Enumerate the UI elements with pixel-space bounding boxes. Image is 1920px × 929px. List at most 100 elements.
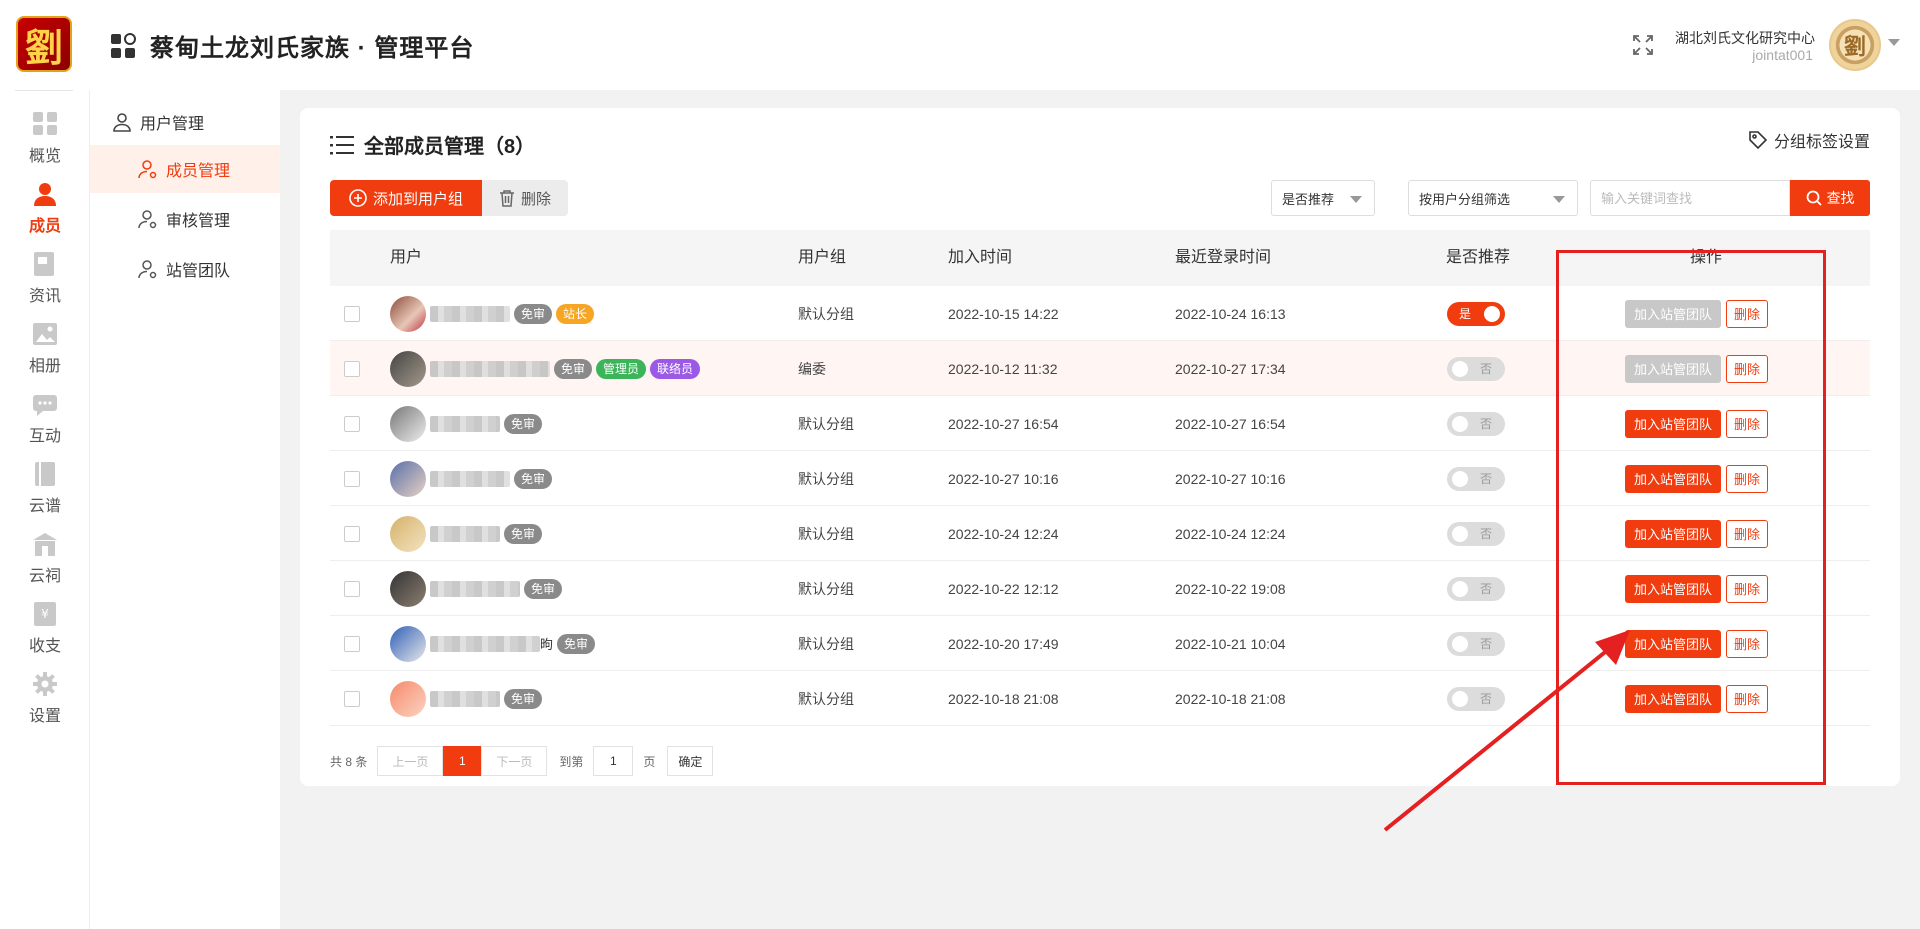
- chevron-down-icon[interactable]: [1888, 39, 1900, 46]
- row-checkbox[interactable]: [344, 470, 360, 487]
- nav-item-0[interactable]: 概览: [0, 100, 90, 170]
- avatar: [390, 295, 426, 332]
- person-icon: [138, 210, 157, 229]
- svg-text:¥: ¥: [41, 607, 49, 621]
- main-nav-rail: 概览成员资讯相册 互动云谱云祠 ¥ 收支设置: [0, 90, 90, 929]
- row-checkbox[interactable]: [344, 305, 360, 322]
- row-checkbox[interactable]: [344, 525, 360, 542]
- chevron-down-icon: [1553, 196, 1565, 203]
- recommend-toggle[interactable]: 否: [1447, 521, 1505, 546]
- next-page-button[interactable]: 下一页: [481, 746, 548, 776]
- submenu-item-1[interactable]: 审核管理: [90, 195, 280, 243]
- nav-item-7[interactable]: ¥ 收支: [0, 590, 90, 660]
- nav-item-6[interactable]: 云祠: [0, 520, 90, 590]
- recommend-toggle[interactable]: 否: [1447, 576, 1505, 601]
- user-avatar[interactable]: 劉: [1829, 19, 1881, 71]
- last-login-time: 2022-10-27 16:54: [1175, 415, 1286, 432]
- gear-icon: [0, 672, 90, 696]
- avatar: [390, 680, 426, 717]
- user-group: 默认分组: [798, 580, 854, 597]
- submenu-item-2[interactable]: 站管团队: [90, 245, 280, 293]
- recommend-toggle-label: 否: [1479, 471, 1492, 486]
- last-login-time: 2022-10-21 10:04: [1175, 635, 1286, 652]
- column-header-recommend: 是否推荐: [1446, 249, 1511, 266]
- nav-item-2[interactable]: 资讯: [0, 240, 90, 310]
- recommend-toggle[interactable]: 否: [1447, 411, 1505, 436]
- last-login-time: 2022-10-27 10:16: [1175, 470, 1286, 487]
- user-group: 默认分组: [798, 470, 854, 487]
- fullscreen-icon[interactable]: [1632, 34, 1654, 56]
- group-filter-select[interactable]: 按用户分组筛选: [1408, 180, 1578, 216]
- search-input[interactable]: [1590, 180, 1790, 216]
- user-group: 默认分组: [798, 690, 854, 707]
- role-badge: 站长: [556, 303, 595, 324]
- plus-circle-icon: [349, 189, 367, 207]
- card-header: 全部成员管理（8）: [330, 130, 535, 159]
- pagination: 共 8 条 上一页 1 下一页 到第 页 确定: [330, 746, 714, 776]
- nav-item-label: 设置: [28, 708, 61, 725]
- group-filter-value: 按用户分组筛选: [1419, 191, 1511, 207]
- user-group: 编委: [798, 360, 826, 377]
- role-badge: 免审: [504, 523, 543, 544]
- nav-item-4[interactable]: 互动: [0, 380, 90, 450]
- apps-icon[interactable]: [110, 33, 136, 59]
- news-icon: [0, 252, 90, 276]
- nav-item-8[interactable]: 设置: [0, 660, 90, 730]
- rail-divider: [15, 90, 73, 91]
- row-checkbox[interactable]: [344, 580, 360, 597]
- submenu-item-0[interactable]: 成员管理: [90, 145, 280, 193]
- nav-item-1[interactable]: 成员: [0, 170, 90, 240]
- row-checkbox[interactable]: [344, 360, 360, 377]
- user-name-redacted: [430, 305, 510, 322]
- recommend-toggle[interactable]: 否: [1447, 466, 1505, 491]
- tag-setting-label: 分组标签设置: [1773, 134, 1870, 151]
- nav-item-label: 概览: [28, 148, 61, 165]
- page-unit-label: 页: [643, 754, 656, 769]
- brand-logo[interactable]: 劉: [16, 16, 72, 72]
- tag-setting-link[interactable]: 分组标签设置: [1748, 128, 1870, 152]
- row-checkbox[interactable]: [344, 690, 360, 707]
- column-header-join-time: 加入时间: [948, 249, 1013, 266]
- prev-page-button[interactable]: 上一页: [377, 746, 444, 776]
- join-time: 2022-10-27 16:54: [948, 415, 1059, 432]
- toggle-knob: [1452, 415, 1468, 432]
- nav-item-label: 云谱: [28, 498, 61, 515]
- user-name-redacted: [430, 580, 520, 597]
- recommend-toggle-label: 否: [1479, 526, 1492, 541]
- role-badge: 免审: [554, 358, 593, 379]
- list-icon: [330, 135, 354, 154]
- avatar: [390, 460, 426, 497]
- join-time: 2022-10-18 21:08: [948, 690, 1059, 707]
- row-checkbox[interactable]: [344, 415, 360, 432]
- tag-icon: [1749, 131, 1768, 150]
- current-page-button[interactable]: 1: [443, 746, 482, 776]
- nav-item-3[interactable]: 相册: [0, 310, 90, 380]
- column-header-last-login: 最近登录时间: [1175, 249, 1272, 266]
- user-group: 默认分组: [798, 525, 854, 542]
- join-time: 2022-10-15 14:22: [948, 305, 1059, 322]
- page-number-input[interactable]: [593, 746, 634, 776]
- row-checkbox[interactable]: [344, 635, 360, 652]
- nav-item-label: 资讯: [28, 288, 61, 305]
- submenu-group-user-management: 用户管理: [112, 109, 204, 135]
- recommend-toggle-label: 否: [1479, 581, 1492, 596]
- toggle-knob: [1452, 360, 1468, 377]
- recommend-toggle[interactable]: 是: [1447, 301, 1505, 326]
- goto-confirm-button[interactable]: 确定: [667, 746, 714, 776]
- bulk-delete-button[interactable]: 删除: [482, 180, 568, 216]
- person-icon: [113, 113, 131, 132]
- goto-label: 到第: [559, 754, 584, 769]
- user-name-redacted: [430, 525, 500, 542]
- role-badge: 免审: [504, 688, 543, 709]
- role-badge: 联络员: [650, 358, 701, 379]
- search-button[interactable]: 查找: [1790, 180, 1870, 216]
- avatar: [390, 570, 426, 607]
- role-badge: 管理员: [596, 358, 647, 379]
- last-login-time: 2022-10-18 21:08: [1175, 690, 1286, 707]
- nav-item-5[interactable]: 云谱: [0, 450, 90, 520]
- add-to-group-button[interactable]: 添加到用户组: [330, 180, 482, 216]
- person-icon: [138, 260, 157, 279]
- recommend-filter-select[interactable]: 是否推荐: [1271, 180, 1375, 216]
- recommend-toggle[interactable]: 否: [1447, 356, 1505, 381]
- nav-item-label: 收支: [28, 638, 61, 655]
